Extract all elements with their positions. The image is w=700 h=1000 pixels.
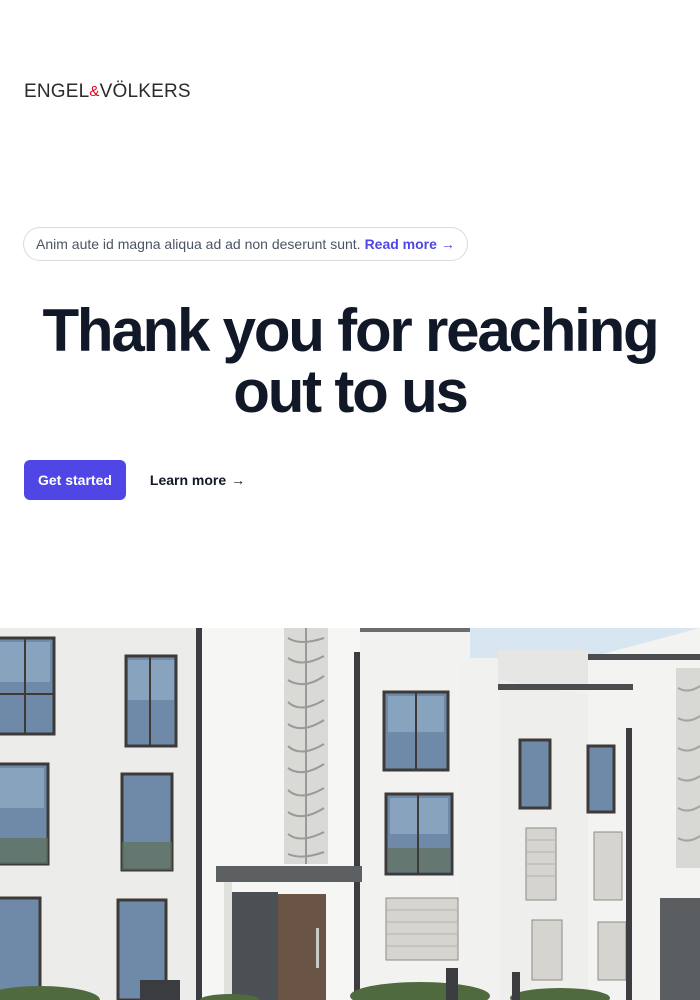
logo-text-volkers: VÖLKERS	[99, 81, 191, 102]
page-title-line1: Thank you for reaching	[42, 297, 659, 364]
page-title: Thank you for reaching out to us	[0, 300, 700, 422]
logo-ampersand: &	[89, 83, 100, 100]
page-title-line2: out to us	[233, 358, 469, 425]
read-more-label: Read more	[364, 236, 437, 252]
logo-text-engel: ENGEL	[24, 81, 90, 102]
brand-logo[interactable]: ENGEL&VÖLKERS	[24, 80, 191, 104]
building-photo	[0, 628, 700, 1000]
hero-actions: Get started Learn more →	[24, 460, 245, 500]
announcement-pill: Anim aute id magna aliqua ad ad non dese…	[23, 227, 468, 261]
get-started-button[interactable]: Get started	[24, 460, 126, 500]
read-more-link[interactable]: Read more →	[365, 236, 455, 252]
announcement-text: Anim aute id magna aliqua ad ad non dese…	[36, 236, 361, 252]
building-illustration	[0, 628, 700, 1000]
learn-more-label: Learn more	[149, 472, 227, 488]
learn-more-link[interactable]: Learn more →	[150, 472, 245, 488]
arrow-right-icon: →	[231, 472, 246, 488]
arrow-right-icon: →	[440, 236, 455, 252]
